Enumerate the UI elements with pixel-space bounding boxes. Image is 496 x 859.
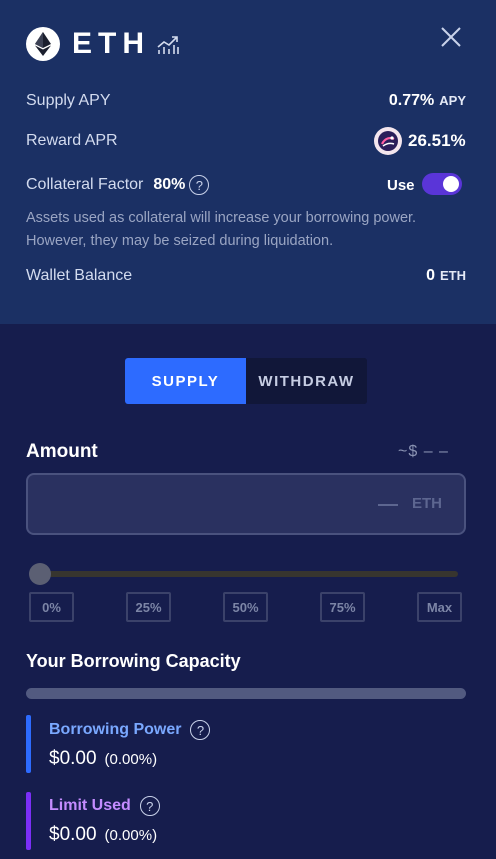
supply-apy: 0.77% APY <box>389 91 466 111</box>
supply-apy-value: 0.77% <box>388 92 435 109</box>
wallet-balance-label: Wallet Balance <box>26 267 133 284</box>
supply-apy-unit: APY <box>439 93 466 108</box>
borrowing-power-percent: (0.00%) <box>104 751 158 768</box>
borrowing-power-values: $0.00 (0.00%) <box>49 748 157 770</box>
amount-input[interactable] <box>40 487 370 521</box>
amount-label: Amount <box>26 441 98 462</box>
limit-used-label: Limit Used <box>49 797 131 814</box>
collateral-factor-row: Collateral Factor 80% ? <box>26 175 210 195</box>
preset-75-button[interactable]: 75% <box>320 592 365 622</box>
preset-50-button[interactable]: 50% <box>223 592 268 622</box>
limit-used-help-icon[interactable]: ? <box>139 796 160 816</box>
collateral-note: Assets used as collateral will increase … <box>26 210 417 249</box>
limit-used-accent <box>26 792 31 850</box>
ethereum-logo-icon <box>26 27 60 61</box>
limit-used-percent: (0.00%) <box>104 827 158 844</box>
supply-apy-label: Supply APY <box>26 92 111 109</box>
preset-25-button[interactable]: 25% <box>126 592 171 622</box>
wallet-balance-unit: ETH <box>440 268 466 283</box>
collateral-help-icon[interactable]: ? <box>189 175 210 195</box>
limit-used-header: Limit Used ? <box>49 796 160 816</box>
tab-withdraw[interactable]: WITHDRAW <box>246 358 367 404</box>
supply-withdraw-tabs: SUPPLY WITHDRAW <box>125 358 367 404</box>
tab-supply[interactable]: SUPPLY <box>125 358 246 404</box>
borrowing-power-value: $0.00 <box>49 748 97 769</box>
borrowing-power-label: Borrowing Power <box>49 721 182 738</box>
amount-placeholder-dash <box>378 504 398 506</box>
close-icon[interactable] <box>440 26 462 48</box>
amount-slider-handle[interactable] <box>29 563 51 585</box>
limit-used-values: $0.00 (0.00%) <box>49 824 157 846</box>
preset-0-button[interactable]: 0% <box>29 592 74 622</box>
collateral-factor-value: 80% <box>153 176 186 193</box>
reward-apr-label: Reward APR <box>26 132 118 149</box>
borrowing-capacity-bar <box>26 688 466 699</box>
reward-token-icon <box>374 127 402 155</box>
borrowing-power-accent <box>26 715 31 773</box>
use-collateral-label: Use <box>387 177 415 194</box>
wallet-balance-value: 0 <box>426 267 435 284</box>
amount-unit: ETH <box>412 495 442 512</box>
borrowing-capacity-title: Your Borrowing Capacity <box>26 651 241 671</box>
amount-usd-value: ~$ – – <box>398 443 449 460</box>
amount-slider-track[interactable] <box>30 571 458 577</box>
collateral-factor-label: Collateral Factor <box>26 176 144 193</box>
reward-apr-value: 26.51% <box>408 131 466 150</box>
amount-field[interactable]: ETH <box>26 473 466 535</box>
borrowing-power-help-icon[interactable]: ? <box>190 720 211 740</box>
preset-max-button[interactable]: Max <box>417 592 462 622</box>
toggle-knob <box>443 176 459 192</box>
asset-symbol: ETH <box>72 27 150 60</box>
wallet-balance: 0 ETH <box>426 266 466 286</box>
use-collateral-toggle[interactable] <box>422 173 462 195</box>
chart-trend-icon[interactable] <box>156 35 180 55</box>
borrowing-power-header: Borrowing Power ? <box>49 720 211 740</box>
limit-used-value: $0.00 <box>49 824 97 845</box>
